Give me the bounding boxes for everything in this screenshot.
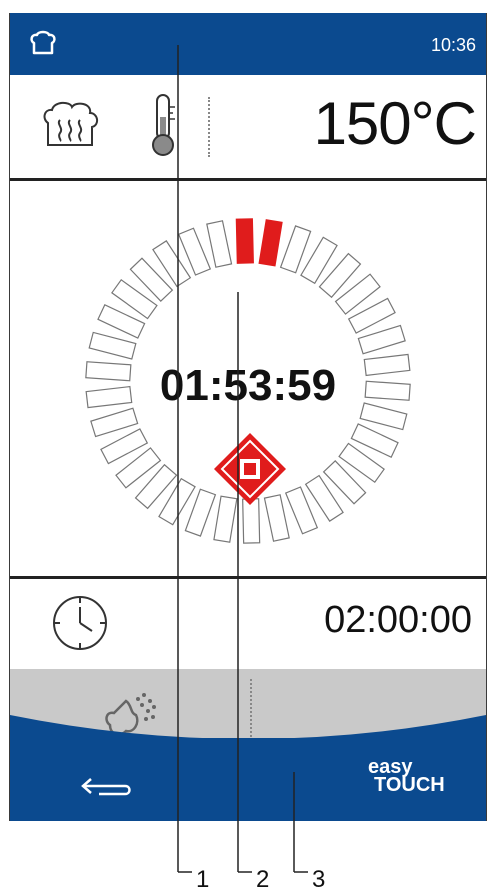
callout-2: 2 [256,866,270,893]
callout-1: 1 [196,866,210,893]
callout-lines [177,45,308,873]
callout-3: 3 [312,866,326,893]
